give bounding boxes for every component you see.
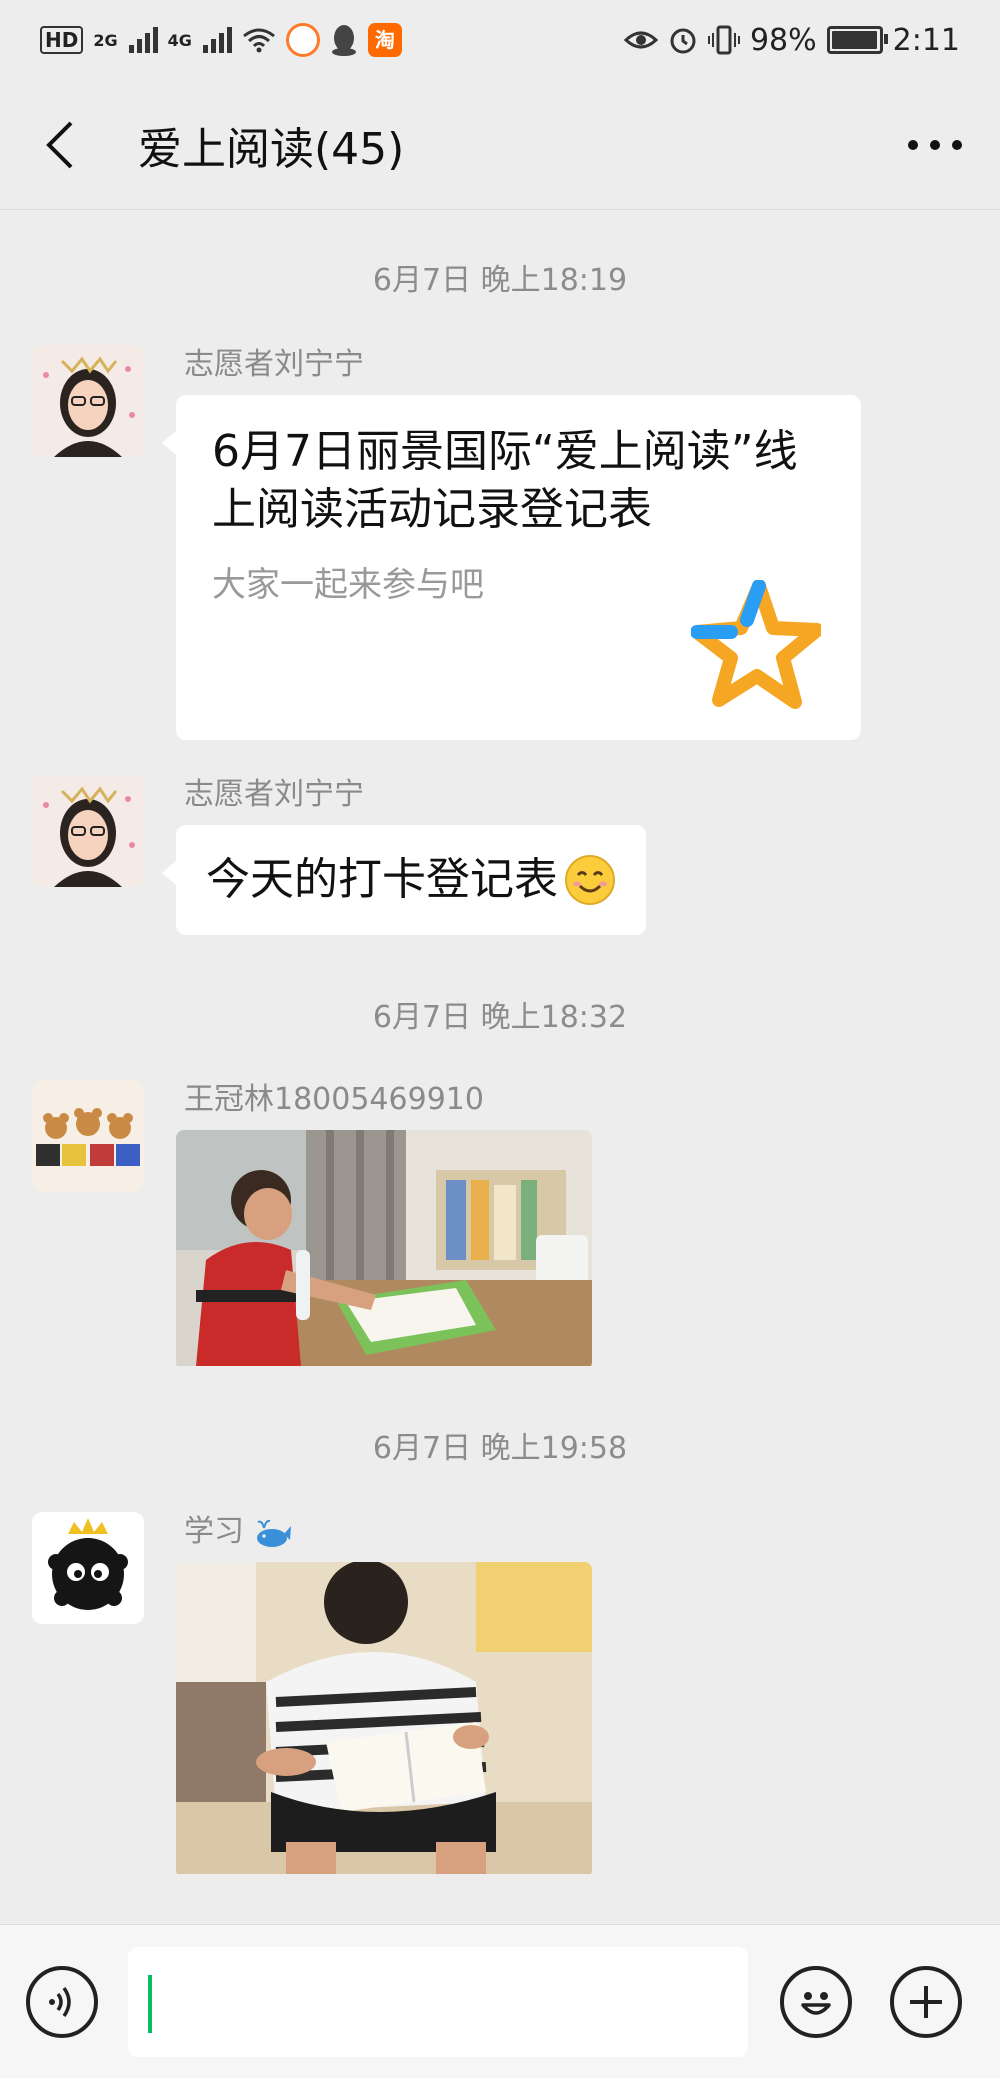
signal-icon xyxy=(128,27,158,53)
avatar[interactable] xyxy=(32,775,144,887)
avatar[interactable] xyxy=(32,345,144,457)
card-title: 6月7日丽景国际“爱上阅读”线上阅读活动记录登记表 xyxy=(212,426,798,535)
avatar-woman-image xyxy=(32,775,144,887)
message-body: 志愿者刘宁宁 6月7日丽景国际“爱上阅读”线上阅读活动记录登记表 大家一起来参与… xyxy=(162,345,861,740)
sender-name-text: 学习 xyxy=(184,1514,244,1549)
net-4g-label: 4G xyxy=(167,30,192,50)
timestamp: 6月7日 晚上18:19 xyxy=(372,263,628,298)
message-text: 今天的打卡登记表 xyxy=(206,854,558,905)
boy-reading-book-photo xyxy=(176,1562,592,1874)
qq-icon xyxy=(331,25,356,56)
timestamp: 6月7日 晚上18:32 xyxy=(372,1000,628,1035)
voice-button[interactable] xyxy=(26,1965,98,2038)
message-body: 王冠林18005469910 xyxy=(176,1080,592,1370)
photo-boy-reading[interactable] xyxy=(176,1562,592,1878)
vibrate-icon xyxy=(707,25,740,55)
net-2g-label: 2G xyxy=(93,30,118,50)
message-image: 王冠林18005469910 xyxy=(32,1080,592,1370)
avatar[interactable] xyxy=(32,1080,144,1192)
avatar-teddy-bears-image xyxy=(32,1080,144,1192)
status-bar: HD 2G 4G 淘 98% 2:11 xyxy=(0,0,1000,80)
message-text: 志愿者刘宁宁 今天的打卡登记表 xyxy=(32,775,646,935)
plus-icon xyxy=(910,1985,942,2018)
message-input[interactable] xyxy=(128,1946,748,2057)
chat-header: 爱上阅读(45) xyxy=(0,80,1000,210)
message-image: 学习 xyxy=(32,1512,592,1878)
emoji-icon xyxy=(801,1991,831,2015)
chat-title: 爱上阅读(45) xyxy=(138,123,405,175)
link-card[interactable]: 6月7日丽景国际“爱上阅读”线上阅读活动记录登记表 大家一起来参与吧 xyxy=(162,395,861,740)
wifi-icon xyxy=(242,28,275,53)
alarm-icon xyxy=(670,28,696,54)
sender-name: 学习 xyxy=(184,1512,592,1552)
emoji-button[interactable] xyxy=(780,1965,852,2038)
status-time: 2:11 xyxy=(892,22,960,58)
signal-icon xyxy=(202,27,232,53)
battery-level xyxy=(831,31,877,49)
timestamp: 6月7日 晚上19:58 xyxy=(372,1431,628,1466)
chevron-left-icon xyxy=(46,121,73,168)
status-right: 98% 2:11 xyxy=(623,22,960,58)
avatar-soot-sprite-image xyxy=(32,1512,144,1624)
avatar[interactable] xyxy=(32,1512,144,1624)
hd-badge: HD xyxy=(40,26,84,54)
input-bar xyxy=(0,1924,1000,2078)
smiling-face-icon xyxy=(565,855,615,905)
star-icon xyxy=(691,580,821,709)
text-bubble[interactable]: 今天的打卡登记表 xyxy=(162,825,646,935)
voice-icon xyxy=(49,1986,71,2017)
sender-name: 志愿者刘宁宁 xyxy=(184,777,364,812)
boy-reading-at-desk-photo xyxy=(176,1130,592,1366)
sender-name: 王冠林18005469910 xyxy=(184,1082,484,1117)
battery-percent: 98% xyxy=(749,22,817,58)
message-body: 学习 xyxy=(176,1512,592,1878)
eye-icon xyxy=(623,31,658,49)
back-button[interactable] xyxy=(30,115,90,175)
more-icon xyxy=(908,139,962,150)
app-notification-icon xyxy=(285,23,320,57)
taobao-icon: 淘 xyxy=(367,23,402,57)
avatar-woman-image xyxy=(32,345,144,457)
text-caret xyxy=(148,1974,152,2033)
message-card: 志愿者刘宁宁 6月7日丽景国际“爱上阅读”线上阅读活动记录登记表 大家一起来参与… xyxy=(32,345,861,740)
more-button[interactable] xyxy=(900,115,970,175)
plus-button[interactable] xyxy=(890,1965,962,2038)
battery-icon xyxy=(826,26,888,54)
sender-name: 志愿者刘宁宁 xyxy=(184,347,364,382)
message-body: 志愿者刘宁宁 今天的打卡登记表 xyxy=(162,775,646,935)
photo-boy-at-desk[interactable] xyxy=(176,1130,592,1370)
whale-icon xyxy=(256,1519,291,1547)
status-left: HD 2G 4G 淘 xyxy=(40,23,402,57)
